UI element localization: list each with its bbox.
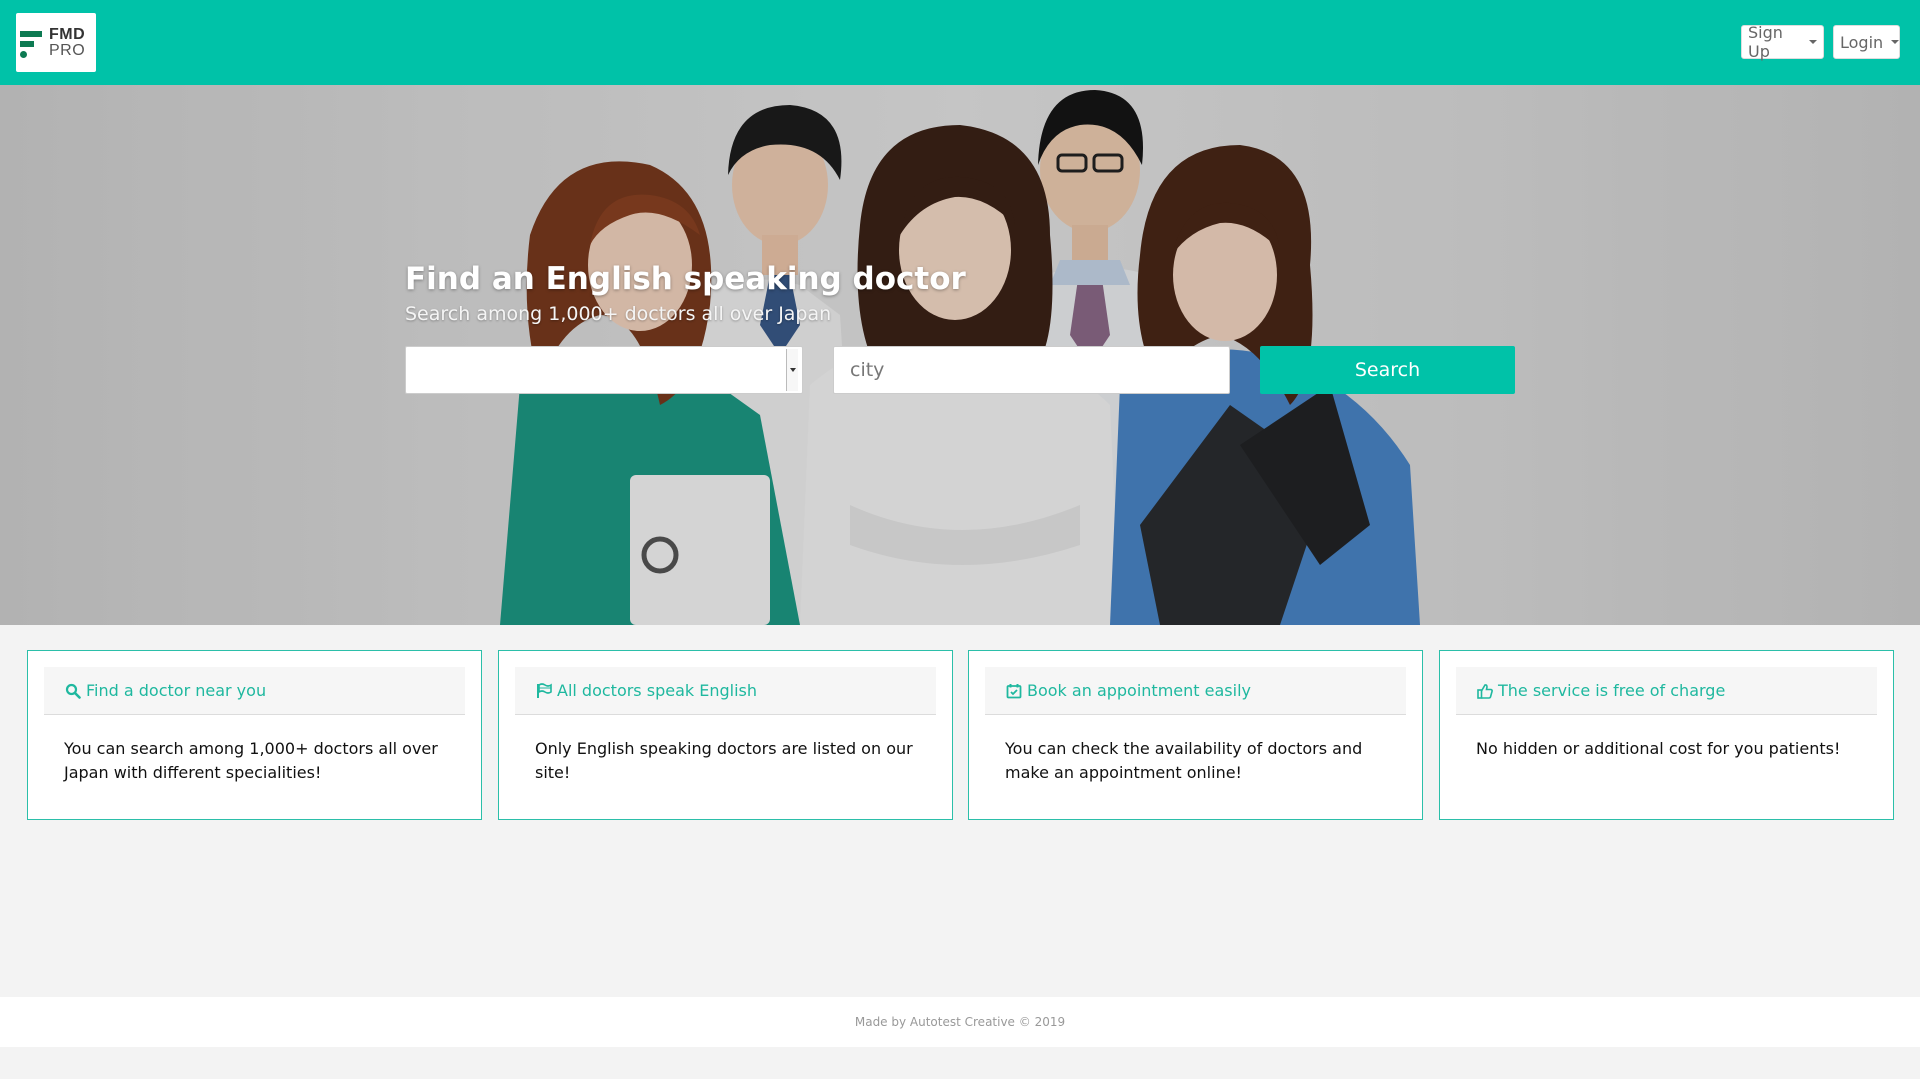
flag-icon — [535, 682, 553, 700]
logo-mark-bar — [20, 31, 42, 37]
hero-title: Find an English speaking doctor — [405, 261, 966, 297]
page-footer: Made by Autotest Creative © 2019 — [0, 997, 1920, 1047]
logo-text-pro: PRO — [49, 42, 86, 59]
feature-card-appointment: Book an appointment easily You can check… — [968, 650, 1423, 820]
specialty-select[interactable] — [405, 346, 803, 394]
feature-card-text: You can check the availability of doctor… — [1005, 739, 1363, 782]
feature-card-header: Book an appointment easily — [985, 667, 1406, 715]
top-navbar: FMD PRO Sign Up Login — [0, 0, 1920, 85]
logo-text-fmd: FMD — [49, 26, 86, 43]
feature-card-free: The service is free of charge No hidden … — [1439, 650, 1894, 820]
feature-card-title: Book an appointment easily — [1027, 681, 1251, 700]
feature-card-english: All doctors speak English Only English s… — [498, 650, 953, 820]
city-input[interactable] — [833, 346, 1230, 394]
search-button[interactable]: Search — [1260, 346, 1515, 394]
signup-dropdown-button[interactable]: Sign Up — [1741, 23, 1824, 61]
feature-card-find-doctor: Find a doctor near you You can search am… — [27, 650, 482, 820]
footer-credit: Made by Autotest Creative © 2019 — [854, 1015, 1066, 1029]
feature-card-text: You can search among 1,000+ doctors all … — [64, 739, 438, 782]
feature-card-header: The service is free of charge — [1456, 667, 1877, 715]
logo-mark-dot — [20, 51, 27, 58]
logo-mark-bar — [20, 41, 34, 47]
calendar-check-icon — [1005, 682, 1023, 700]
feature-card-text: Only English speaking doctors are listed… — [535, 739, 913, 782]
hero-subtitle: Search among 1,000+ doctors all over Jap… — [405, 303, 832, 325]
feature-card-header: All doctors speak English — [515, 667, 936, 715]
feature-card-title: The service is free of charge — [1498, 681, 1726, 700]
login-label: Login — [1840, 32, 1884, 52]
fmd-pro-logo[interactable]: FMD PRO — [16, 13, 96, 72]
login-dropdown-button[interactable]: Login — [1833, 25, 1900, 59]
thumbs-up-icon — [1476, 682, 1494, 700]
hero-banner: Find an English speaking doctor Search a… — [0, 85, 1920, 625]
search-icon — [64, 682, 82, 700]
select-arrow-icon[interactable] — [786, 349, 798, 391]
feature-card-title: Find a doctor near you — [86, 681, 267, 700]
signup-label: Sign Up — [1748, 23, 1783, 61]
feature-card-title: All doctors speak English — [557, 681, 757, 700]
caret-down-icon — [1891, 40, 1900, 44]
feature-card-header: Find a doctor near you — [44, 667, 465, 715]
feature-card-text: No hidden or additional cost for you pat… — [1476, 739, 1841, 758]
caret-down-icon — [1809, 40, 1817, 44]
